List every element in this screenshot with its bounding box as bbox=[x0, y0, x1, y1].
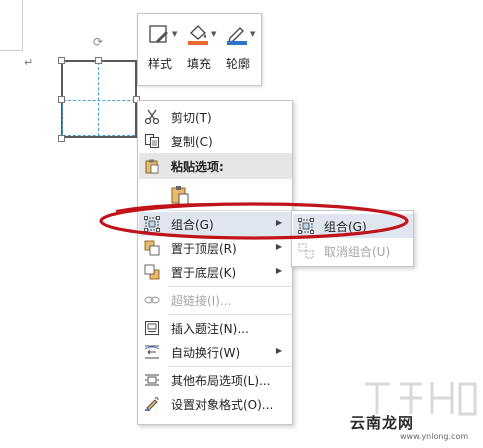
cut-label: 剪切(T) bbox=[171, 111, 212, 125]
menu-item-format-object[interactable]: 设置对象格式(O)... bbox=[139, 392, 292, 416]
bring-to-front-icon bbox=[144, 240, 160, 256]
send-to-back-icon bbox=[144, 264, 160, 280]
shape-outline-button[interactable]: ▼ 轮廓 bbox=[219, 20, 257, 80]
menu-separator bbox=[168, 366, 292, 367]
menu-item-more-layout-options[interactable]: 其他布局选项(L)... bbox=[139, 368, 292, 392]
shape-fill-button[interactable]: ▼ 填充 bbox=[180, 20, 218, 80]
shape-guide-vertical bbox=[98, 62, 99, 136]
menu-item-wrap-text[interactable]: 自动换行(W) ▶ bbox=[139, 340, 292, 364]
paste-options-label: 粘贴选项: bbox=[171, 160, 224, 174]
hyperlink-label: 超链接(I)... bbox=[171, 294, 232, 308]
mini-toolbar: ▼ 样式 ▼ 填充 ▼ 轮廓 bbox=[137, 13, 262, 86]
clipboard-icon bbox=[145, 159, 159, 174]
chevron-down-icon: ▼ bbox=[172, 30, 178, 38]
caption-icon bbox=[145, 321, 159, 335]
highlight-ellipse-annotation bbox=[99, 202, 409, 240]
style-label: 样式 bbox=[147, 57, 172, 71]
outline-label: 轮廓 bbox=[225, 57, 250, 71]
ungroup-objects-icon bbox=[298, 243, 314, 259]
resize-handle-top-left[interactable] bbox=[58, 57, 65, 64]
bring-to-front-label: 置于顶层(R) bbox=[171, 242, 237, 256]
menu-item-copy[interactable]: 复制(C) bbox=[139, 129, 292, 153]
menu-item-send-to-back[interactable]: 置于底层(K) ▶ bbox=[139, 260, 292, 284]
paste-options-header: 粘贴选项: bbox=[139, 153, 292, 179]
layout-options-icon bbox=[145, 374, 159, 386]
submenu-arrow-icon: ▶ bbox=[275, 242, 282, 251]
wrap-text-label: 自动换行(W) bbox=[171, 346, 241, 360]
link-icon bbox=[144, 296, 160, 304]
shape-guide-horizontal bbox=[63, 100, 135, 101]
send-to-back-label: 置于底层(K) bbox=[171, 266, 237, 280]
wrap-text-icon bbox=[144, 345, 160, 359]
resize-handle-bottom-left[interactable] bbox=[58, 135, 65, 142]
context-menu: 剪切(T) 复制(C) 粘贴选项: 组合(G) ▶ 置于顶层(R) ▶ 置于底层… bbox=[137, 100, 293, 425]
selected-shape[interactable] bbox=[61, 60, 137, 138]
shape-style-button[interactable]: ▼ 样式 bbox=[141, 20, 179, 80]
menu-separator bbox=[168, 286, 292, 287]
submenu-arrow-icon: ▶ bbox=[275, 266, 282, 275]
outline-pen-icon bbox=[227, 27, 247, 45]
menu-item-hyperlink[interactable]: 超链接(I)... bbox=[139, 288, 292, 312]
menu-item-cut[interactable]: 剪切(T) bbox=[139, 105, 292, 129]
paragraph-mark: ↵ bbox=[24, 56, 34, 69]
copy-icon bbox=[144, 133, 160, 149]
submenu-arrow-icon: ▶ bbox=[275, 346, 282, 355]
insert-caption-label: 插入题注(N)... bbox=[171, 322, 249, 336]
shape-guide-bottom bbox=[63, 135, 135, 136]
more-layout-label: 其他布局选项(L)... bbox=[171, 374, 271, 388]
chevron-down-icon: ▼ bbox=[250, 30, 256, 38]
scissors-icon bbox=[144, 109, 160, 125]
menu-item-insert-caption[interactable]: 插入题注(N)... bbox=[139, 316, 292, 340]
format-shape-icon bbox=[145, 397, 159, 411]
submenu-ungroup-label: 取消组合(U) bbox=[324, 245, 391, 259]
fill-bucket-icon bbox=[188, 25, 208, 45]
menu-separator bbox=[168, 314, 292, 315]
resize-handle-top-center[interactable] bbox=[95, 57, 102, 64]
watermark-url: www.ynlong.com bbox=[400, 432, 469, 441]
chevron-down-icon: ▼ bbox=[211, 30, 217, 38]
copy-label: 复制(C) bbox=[171, 135, 213, 149]
format-object-label: 设置对象格式(O)... bbox=[171, 398, 274, 412]
page-corner bbox=[0, 0, 23, 51]
submenu-item-ungroup[interactable]: 取消组合(U) bbox=[293, 239, 413, 263]
shape-style-icon bbox=[149, 25, 168, 43]
shape-guide-left bbox=[62, 100, 63, 136]
watermark-text: 云南龙网 bbox=[350, 414, 415, 432]
fill-label: 填充 bbox=[186, 57, 211, 71]
resize-handle-middle-left[interactable] bbox=[58, 96, 65, 103]
rotate-handle-icon[interactable]: ⟳ bbox=[92, 36, 104, 48]
